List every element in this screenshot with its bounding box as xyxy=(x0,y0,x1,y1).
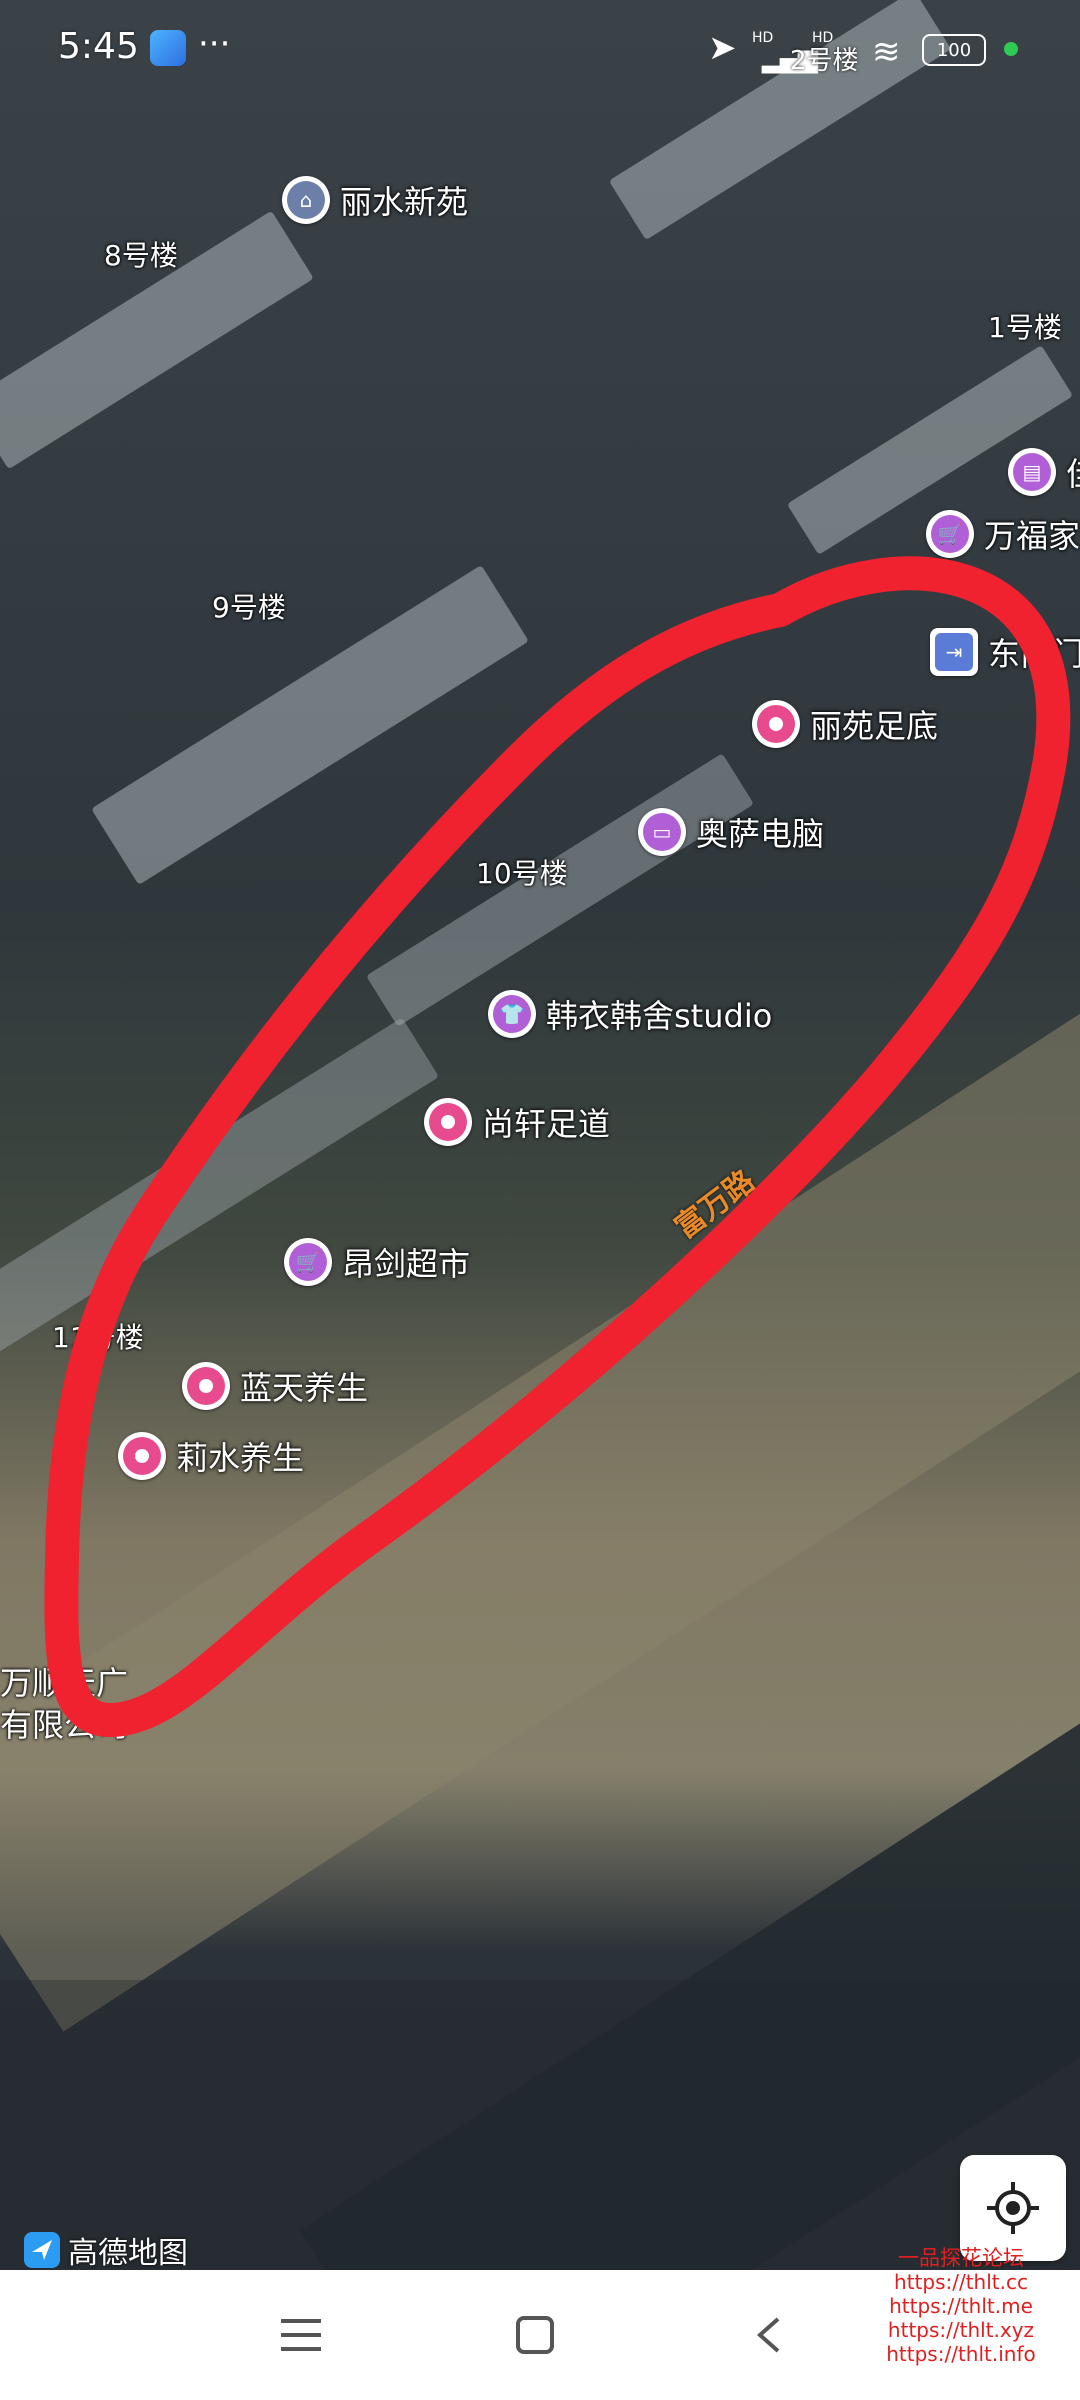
status-time: 5:45 xyxy=(58,26,139,67)
more-notifications-icon: ··· xyxy=(198,24,231,64)
back-icon xyxy=(756,2317,780,2353)
back-button[interactable] xyxy=(734,2300,804,2370)
locate-icon xyxy=(987,2182,1039,2234)
watermark-url: https://thlt.me xyxy=(889,2294,1033,2318)
watermark-url: https://thlt.info xyxy=(886,2342,1036,2366)
status-bar: 5:45 ··· ➤ HD ▂▄▆ HD 2号楼 ≋ 100 xyxy=(0,0,1080,100)
location-arrow-icon: ➤ xyxy=(708,28,737,68)
home-icon xyxy=(516,2316,554,2354)
building-label-2: 2号楼 xyxy=(790,46,859,76)
battery-indicator: 100 xyxy=(922,34,986,66)
watermark-url: https://thlt.xyz xyxy=(887,2318,1035,2342)
watermark-title: 一品探花论坛 xyxy=(898,2246,1024,2270)
red-annotation-loop xyxy=(44,556,1071,1737)
menu-icon xyxy=(281,2319,321,2351)
home-button[interactable] xyxy=(500,2300,570,2370)
privacy-dot-indicator xyxy=(1004,42,1018,56)
recent-apps-button[interactable] xyxy=(266,2300,336,2370)
watermark-url: https://thlt.cc xyxy=(894,2270,1028,2294)
app-notification-icon xyxy=(150,30,186,66)
forum-watermark: 一品探花论坛 https://thlt.cc https://thlt.me h… xyxy=(856,2246,1066,2366)
wifi-icon: ≋ xyxy=(872,32,901,72)
map-view[interactable]: 8号楼 1号楼 9号楼 10号楼 11号楼 万顺天广 有限公司 ▤ 佳 🛒 万福… xyxy=(0,0,1080,2270)
amap-logo-icon xyxy=(24,2232,60,2268)
amap-logo: 高德地图 xyxy=(22,2228,188,2270)
